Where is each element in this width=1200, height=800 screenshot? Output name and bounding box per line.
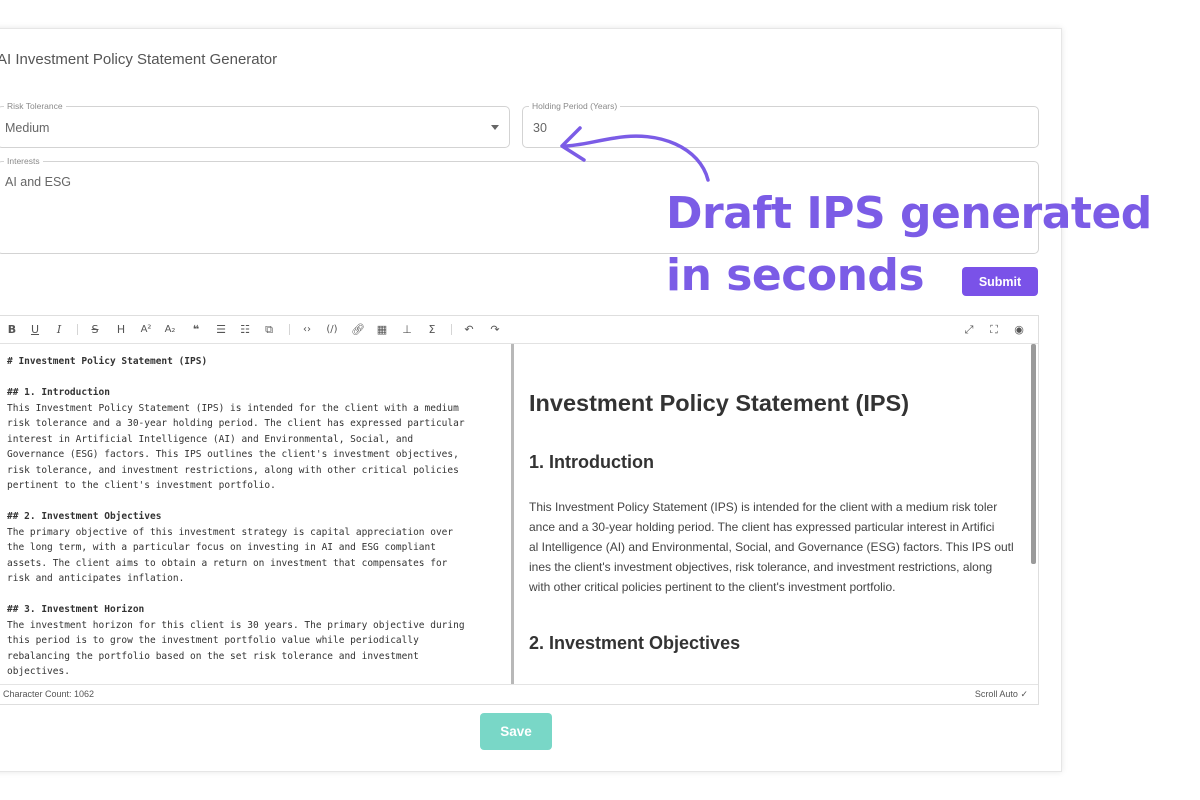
md-line: the long term, with a particular focus o… (7, 542, 436, 553)
md-line: ## 2. Investment Objectives (7, 511, 162, 522)
md-line: Governance (ESG) factors. This IPS outli… (7, 449, 459, 460)
md-line: This Investment Policy Statement (IPS) i… (7, 402, 459, 414)
md-line: risk tolerance, and investment restricti… (7, 464, 459, 476)
md-line: rebalancing the portfolio based on the s… (7, 650, 419, 662)
chevron-down-icon (491, 125, 499, 130)
table-icon[interactable]: ▦ (376, 321, 388, 338)
holding-period-value: 30 (533, 121, 547, 135)
fullscreen-icon[interactable]: ⤢ (963, 321, 975, 338)
md-line: ## 1. Introduction (7, 387, 110, 398)
preview-paragraph-line: al Intelligence (AI) and Environmental, … (529, 540, 1014, 554)
risk-tolerance-value: Medium (5, 121, 50, 135)
subscript-icon[interactable]: A₂ (164, 321, 176, 338)
callout-text: Draft IPS generated in seconds (666, 183, 1152, 307)
preview-subheading: 1. Introduction (529, 452, 654, 472)
katex-icon[interactable]: Σ (426, 321, 438, 338)
preview-heading: Investment Policy Statement (IPS) (529, 390, 910, 416)
scroll-auto-label: Scroll Auto (974, 689, 1018, 699)
preview-pane: Investment Policy Statement (IPS) 1. Int… (514, 344, 1030, 684)
save-button[interactable]: Save (480, 713, 552, 750)
md-line: pertinent to the client's investment por… (7, 480, 276, 491)
markdown-editor: B U I S H A² A₂ ❝ ☰ ☷ ⧉ ‹› (/) 🔗︎ ▦ ⊥ Σ … (0, 315, 1039, 705)
code-icon[interactable]: ‹› (301, 321, 313, 338)
md-line: interest in Artificial Intelligence (AI)… (7, 433, 414, 445)
app-title: AI Investment Policy Statement Generator (0, 51, 278, 68)
risk-tolerance-label: Risk Tolerance (4, 101, 66, 112)
callout-line-1: Draft IPS generated (666, 188, 1152, 239)
preview-paragraph-line: ines the client's investment objectives,… (529, 560, 993, 574)
callout-line-2: in seconds (666, 250, 925, 301)
link-icon[interactable]: 🔗︎ (351, 321, 365, 338)
quote-icon[interactable]: ❝ (190, 321, 202, 338)
interests-label: Interests (4, 156, 43, 167)
preview-paragraph-line: This Investment Policy Statement (IPS) i… (529, 500, 998, 514)
preview-paragraph-line: ance and a 30-year holding period. The c… (529, 520, 995, 534)
md-line: risk and anticipates inflation. (7, 573, 185, 584)
page-fullscreen-icon[interactable]: ⛶ (988, 321, 1000, 338)
submit-button[interactable]: Submit (962, 267, 1038, 296)
redo-icon[interactable]: ↷ (489, 321, 501, 338)
checklist-icon[interactable]: ⧉ (263, 321, 275, 338)
md-line: # Investment Policy Statement (IPS) (7, 356, 208, 367)
md-line: objectives. (7, 666, 70, 677)
underline-icon[interactable]: U (29, 321, 41, 338)
markdown-input-pane[interactable]: # Investment Policy Statement (IPS) ## 1… (0, 344, 511, 684)
preview-scrollbar[interactable] (1031, 344, 1036, 564)
preview-paragraph-line: with other critical policies pertinent t… (529, 580, 896, 594)
md-line: this period is to grow the investment po… (7, 635, 419, 646)
md-line: ## 3. Investment Horizon (7, 604, 145, 615)
annotation-arrow-icon (560, 126, 710, 182)
scroll-auto-toggle[interactable]: Scroll Auto ✓ (975, 689, 1028, 700)
strikethrough-icon[interactable]: S (89, 321, 101, 338)
mermaid-icon[interactable]: ⊥ (401, 321, 413, 338)
checkmark-icon: ✓ (1020, 689, 1028, 699)
md-line: The primary objective of this investment… (7, 526, 454, 538)
preview-subheading: 2. Investment Objectives (529, 633, 741, 653)
italic-icon[interactable]: I (53, 321, 65, 338)
header-icon[interactable]: H (115, 321, 127, 338)
toolbar-divider (77, 324, 78, 335)
toolbar-divider (451, 324, 452, 335)
md-line: The investment horizon for this client i… (7, 619, 465, 631)
character-count: Character Count: 1062 (3, 689, 95, 699)
superscript-icon[interactable]: A² (140, 321, 152, 338)
risk-tolerance-select[interactable]: Risk Tolerance Medium (0, 101, 510, 148)
preview-icon[interactable]: ◉ (1013, 321, 1025, 338)
interests-value: AI and ESG (5, 175, 72, 189)
toolbar-divider (289, 324, 290, 335)
md-line: risk tolerance and a 30-year holding per… (7, 418, 465, 429)
editor-status-bar: Character Count: 1062 Scroll Auto ✓ (0, 684, 1038, 704)
ordered-list-icon[interactable]: ☷ (239, 321, 251, 338)
undo-icon[interactable]: ↶ (463, 321, 475, 338)
bold-icon[interactable]: B (6, 321, 18, 338)
unordered-list-icon[interactable]: ☰ (215, 321, 227, 338)
inline-code-icon[interactable]: (/) (326, 321, 338, 338)
md-line: assets. The client aims to obtain a retu… (7, 557, 448, 569)
editor-toolbar: B U I S H A² A₂ ❝ ☰ ☷ ⧉ ‹› (/) 🔗︎ ▦ ⊥ Σ … (0, 316, 1038, 344)
